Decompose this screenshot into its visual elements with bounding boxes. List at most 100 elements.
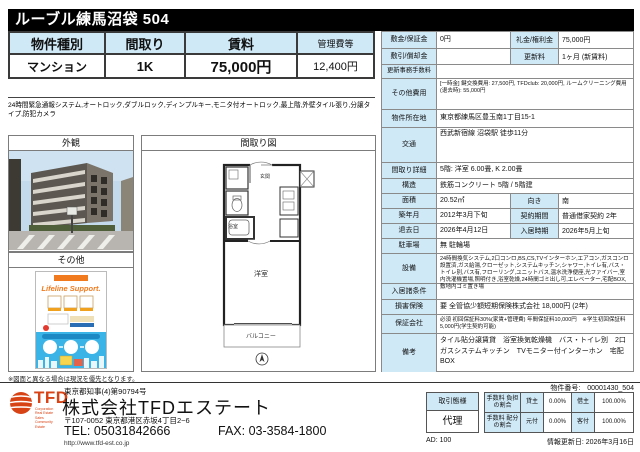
layout-detail-value: 5階: 洋室 6.00畳, K 2.00畳 [440,166,523,174]
summary-table: 物件種別 間取り 賃料 管理費等 マンション 1K 75,000円 12,400… [8,31,375,79]
row-area: 面積 20.52㎡ 向き 南 [382,194,633,209]
row-insurance: 損害保険 要 全管協少額短期保険株式会社 18,000円 (2年) [382,300,633,315]
listing-agent-percent: 0.00% [544,413,572,432]
moveout-label: 退去日 [382,224,437,238]
keymoney-label: 礼金/権利金 [510,32,559,48]
facing-value: 南 [562,198,569,205]
row-parking: 駐車場 無 駐輪場 [382,239,633,254]
summary-value-row: マンション 1K 75,000円 12,400円 [10,55,373,77]
remarks-label: 備考 [382,334,437,372]
flyer-title: Lifeline Support. [41,283,101,293]
tenant-label: 借主 [572,393,595,412]
listing-agent-label: 元付 [521,413,544,432]
row-location: 物件所在地 東京都練馬区豊玉南1丁目15-1 [382,110,633,128]
guarantor-label: 保証会社 [382,315,437,333]
amortization-value [437,49,510,64]
floorplan-panel: 洋室 バルコニー 浴室 玄関 [141,151,376,372]
contract-label: 契約期間 [510,209,559,223]
insurance-value: 要 全管協少額短期保険株式会社 18,000円 (2年) [440,302,588,310]
fee-split-row: 手数料 配分の割合 元付 0.00% 客付 100.00% [485,413,633,432]
deal-type-value: 代理 [442,416,463,427]
company-tel: TEL: 05031842666 [64,424,171,438]
exterior-photo-header: 外観 [8,135,134,151]
exterior-photo [8,151,134,252]
renewal-fee-value: 1ヶ月 (新賃料) [562,53,608,61]
fee-burden-label: 手数料 負担の割合 [485,393,521,412]
fee-burden-row: 手数料 負担の割合 貸主 0.00% 借主 100.00% [485,393,633,413]
details-table: 敷金/保証金 0円 礼金/権利金 75,000円 敷引/償却金 更新料 1ヶ月 … [381,31,634,372]
summary-header-fee: 管理費等 [298,33,373,55]
deposit-label: 敷金/保証金 [382,32,437,48]
parking-value: 無 駐輪場 [440,241,470,249]
renewal-admin-label: 更新事務手数料 [382,65,437,78]
transport-label: 交通 [382,128,437,162]
company-fax: FAX: 03-3584-1800 [218,424,327,438]
contract-value: 普通借家契約 2年 [562,213,617,220]
finding-agent-percent: 100.00% [602,419,626,426]
row-layout-detail: 間取り詳細 5階: 洋室 6.00畳, K 2.00畳 [382,163,633,179]
built-label: 築年月 [382,209,437,223]
other-panel-header: その他 [8,252,134,268]
keymoney-value: 75,000円 [562,37,591,44]
guarantor-value: 必須 初回保証料30%(家賃+管理費) 年間保証料10,000円 ※学生初回保証… [440,317,626,330]
transport-value: 西武新宿線 沼袋駅 徒歩11分 [440,130,529,137]
row-structure: 構造 鉄筋コンクリート 5階 / 5階建 [382,179,633,194]
equipment-label: 設備 [382,254,437,283]
row-conditions: 入居諸条件 [382,284,633,300]
deal-type-box: 取引態様 代理 [426,392,479,433]
movein-value: 2026年5月上旬 [562,228,610,235]
summary-header-row: 物件種別 間取り 賃料 管理費等 [10,33,373,55]
row-built: 築年月 2012年3月下旬 契約期間 普通借家契約 2年 [382,209,633,224]
layout-detail-label: 間取り詳細 [382,163,437,178]
row-deposit: 敷金/保証金 0円 礼金/権利金 75,000円 [382,32,633,49]
row-renewal-admin: 更新事務手数料 [382,65,633,79]
features-line: 24時間緊急通報システム,オートロック,ダブルロック,ディンプルキー,モニタ付オ… [8,97,375,119]
row-equipment: 設備 24時間換気システム,2口コンロ,BS,CS,TVインターホン,エアコン,… [382,254,633,290]
row-amortization: 敷引/償却金 更新料 1ヶ月 (新賃料) [382,49,633,65]
property-title: ルーブル練馬沼袋 504 [15,11,170,28]
other-panel: Lifeline Support. [8,268,134,372]
row-other-costs: その他費用 [一時金] 鍵交換費用: 27,500円, TFDclub: 20,… [382,79,633,110]
fee-split-label: 手数料 配分の割合 [485,413,521,432]
summary-value-fee: 12,400円 [313,61,358,73]
tenant-percent: 100.00% [602,399,626,406]
location-label: 物件所在地 [382,110,437,127]
summary-header-layout: 間取り [106,33,186,55]
insurance-label: 損害保険 [382,300,437,314]
location-value: 東京都練馬区豊玉南1丁目15-1 [440,114,535,122]
ad-value: AD: 100 [426,437,452,444]
property-listing-sheet: ルーブル練馬沼袋 504 物件種別 間取り 賃料 管理費等 マンション 1K 7… [0,0,640,452]
built-value: 2012年3月下旬 [440,211,488,219]
moveout-value: 2026年4月12日 [440,226,489,234]
floorplan-balcony-label: バルコニー [246,334,276,340]
area-value: 20.52㎡ [440,196,465,204]
lifeline-support-flyer: Lifeline Support. [35,270,107,369]
info-updated-date: 情報更新日: 2026年3月16日 [546,439,634,446]
facing-label: 向き [510,194,559,208]
north-arrow-icon [255,352,269,366]
summary-header-type: 物件種別 [10,33,106,55]
row-remarks: 備考 タイル貼分譲賃貸 浴室換気乾燥機 バス・トイレ別 2口ガスシステムキッチン… [382,334,633,372]
floorplan-bath-label: 浴室 [228,224,239,230]
tfd-logo: TFD Corporation Real Estate Sales Commun… [8,388,68,436]
tfd-logo-subtext: Corporation Real Estate Sales Community … [35,407,54,429]
renewal-admin-value [437,65,633,78]
deal-type-label: 取引態様 [427,393,478,411]
renewal-fee-label: 更新料 [510,49,559,64]
floorplan-entrance-label: 玄関 [260,174,271,180]
structure-value: 鉄筋コンクリート 5階 / 5階建 [440,181,533,189]
row-transport: 交通 西武新宿線 沼袋駅 徒歩11分 [382,128,633,163]
parking-label: 駐車場 [382,239,437,253]
other-costs-label: その他費用 [382,79,437,109]
summary-value-layout: 1K [106,55,186,77]
finding-agent-label: 客付 [572,413,595,432]
movein-label: 入居時期 [510,224,559,238]
area-label: 面積 [382,194,437,208]
conditions-value [437,284,633,299]
property-title-bar: ルーブル練馬沼袋 504 [8,9,634,31]
amortization-label: 敷引/償却金 [382,49,437,64]
row-guarantor: 保証会社 必須 初回保証料30%(家賃+管理費) 年間保証料10,000円 ※学… [382,315,633,334]
landlord-label: 貸主 [521,393,544,412]
summary-value-rent: 75,000円 [186,55,298,77]
footer-divider [0,382,640,383]
